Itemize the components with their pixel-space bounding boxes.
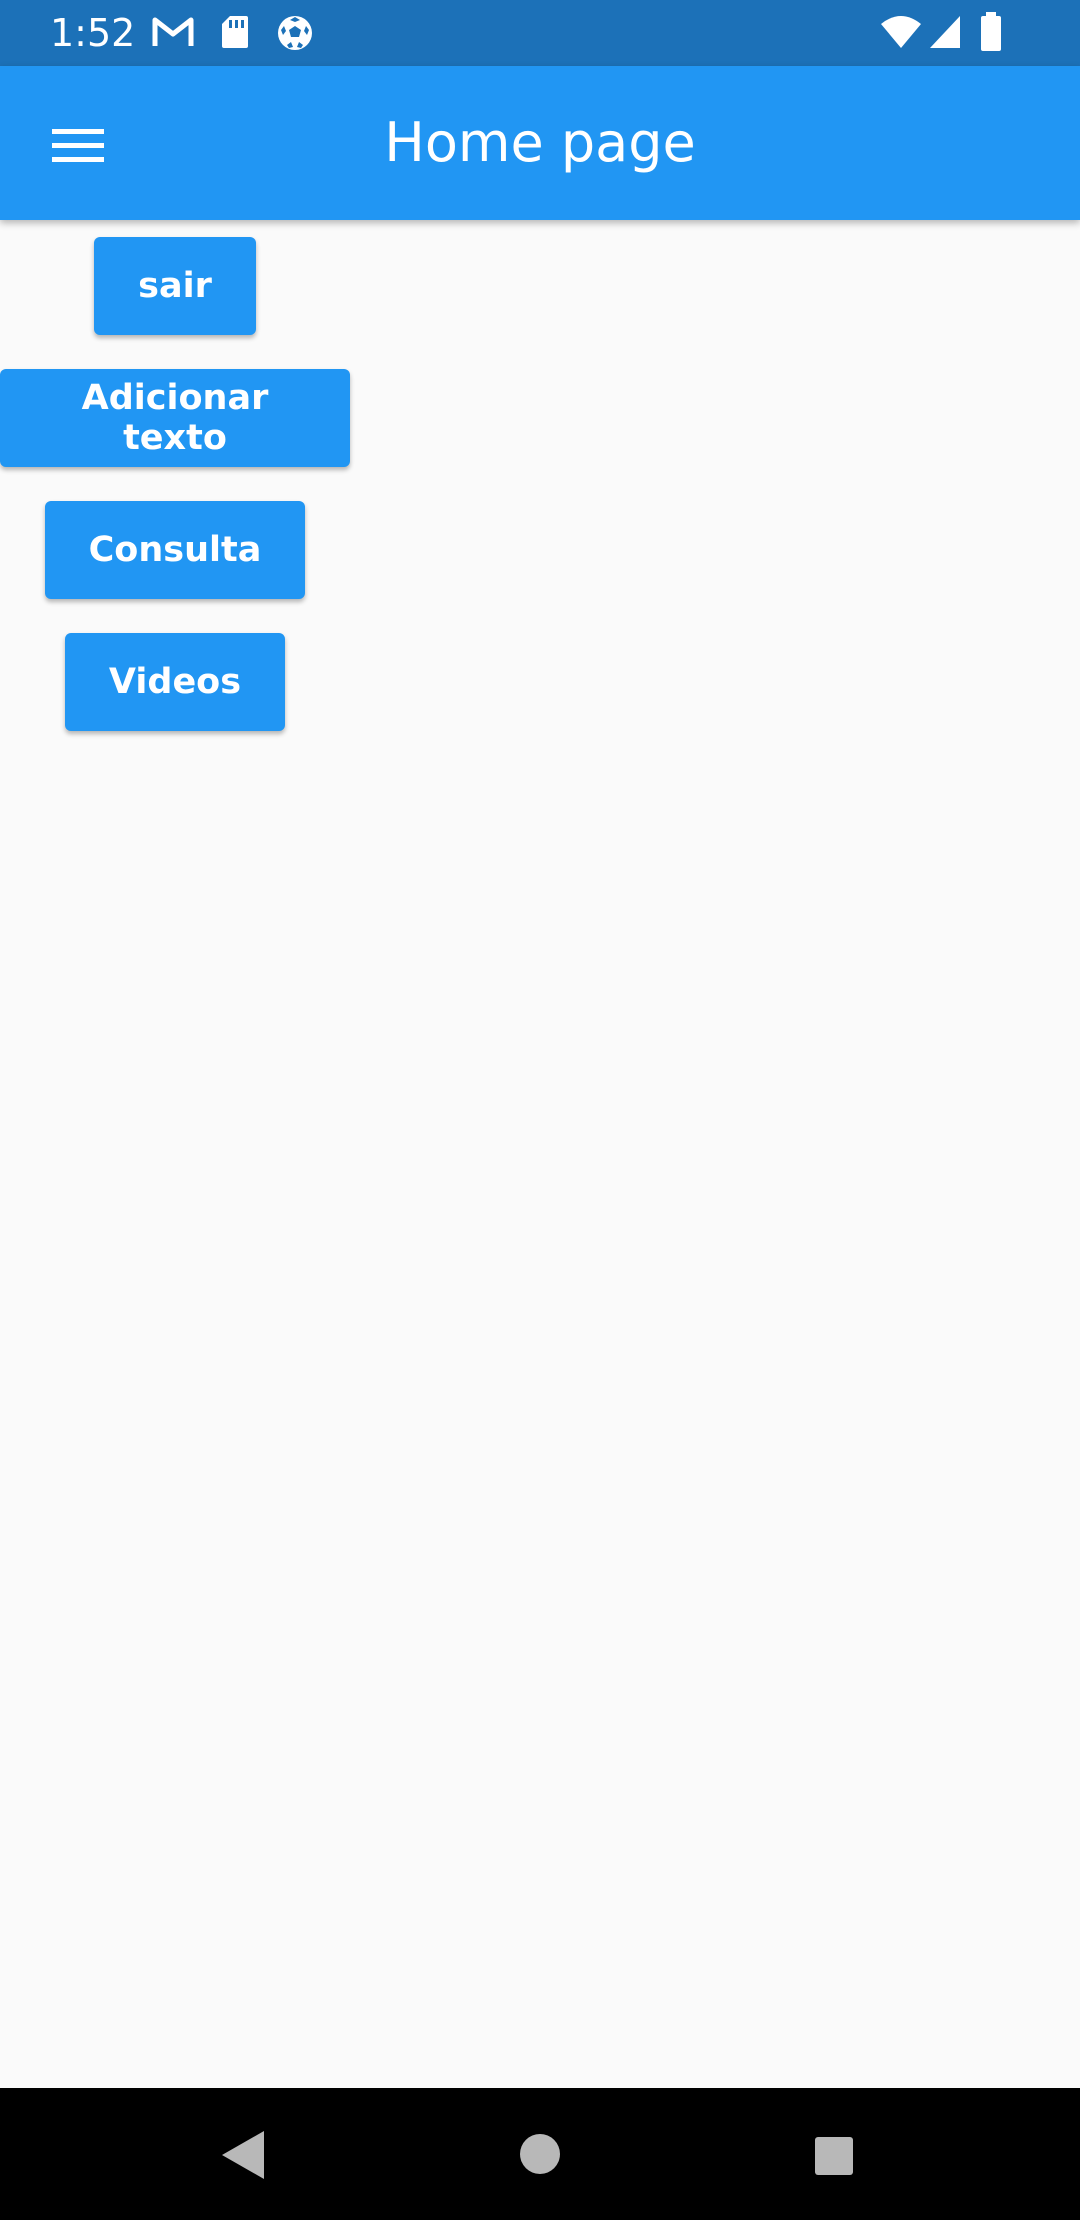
sd-card-icon	[220, 14, 250, 55]
page-title: Home page	[384, 111, 696, 174]
battery-icon	[980, 12, 1002, 57]
back-icon[interactable]	[218, 2128, 278, 2188]
adicionar-texto-button[interactable]: Adicionar texto	[0, 369, 350, 467]
status-bar: 1:52	[0, 0, 1080, 66]
wifi-icon	[880, 14, 922, 55]
app-bar: Home page	[0, 66, 1080, 220]
sair-button[interactable]: sair	[94, 237, 256, 335]
videos-button[interactable]: Videos	[64, 633, 286, 731]
consulta-button[interactable]: Consulta	[44, 501, 306, 599]
system-navigation-bar	[0, 2088, 1080, 2220]
gmail-icon	[152, 16, 194, 53]
soccer-ball-icon	[276, 14, 314, 57]
button-column: sair Adicionar texto Consulta Videos	[0, 220, 350, 748]
home-icon[interactable]	[510, 2132, 570, 2192]
signal-icon	[928, 14, 962, 55]
recents-icon[interactable]	[812, 2136, 872, 2196]
status-time: 1:52	[50, 11, 136, 55]
